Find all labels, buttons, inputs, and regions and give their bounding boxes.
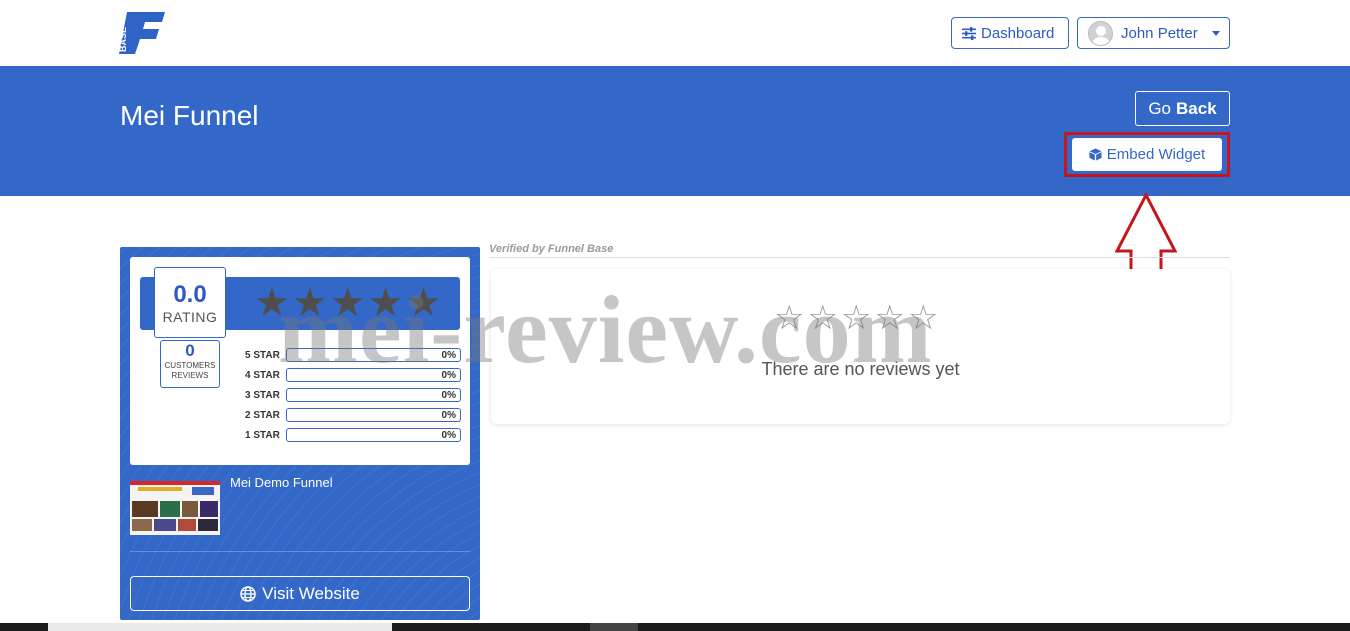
verified-prefix: Verified by	[489, 243, 545, 255]
breakdown-row: 5 STAR 0%	[245, 345, 461, 365]
breakdown-percent: 0%	[441, 430, 456, 441]
funnel-base-logo[interactable]: BASE	[119, 12, 165, 54]
globe-icon	[240, 585, 256, 602]
star-icon: ★	[367, 281, 404, 325]
dashboard-label: Dashboard	[981, 24, 1055, 42]
user-menu-dropdown[interactable]: John Petter	[1077, 17, 1230, 49]
breakdown-row: 1 STAR 0%	[245, 425, 461, 445]
star-outline-icon: ☆	[774, 299, 805, 337]
rating-summary-card: 0.0 RATING ★ ★ ★ ★ ★ 0 CUSTOMERS REVIEWS…	[120, 247, 480, 620]
dashboard-button[interactable]: Dashboard	[951, 17, 1069, 49]
average-rating-label: RATING	[162, 308, 218, 325]
embed-widget-button[interactable]: Embed Widget	[1072, 138, 1222, 171]
verified-brand: Funnel Base	[547, 243, 614, 255]
cube-icon	[1089, 148, 1102, 161]
user-name: John Petter	[1121, 24, 1198, 42]
logo-text: BASE	[119, 27, 128, 52]
funnel-thumbnail[interactable]	[130, 481, 220, 535]
chevron-down-icon	[1211, 30, 1220, 36]
go-back-prefix: Go	[1148, 98, 1172, 118]
verified-by-label: Verified by Funnel Base	[489, 243, 613, 255]
go-back-bold: Back	[1176, 98, 1217, 118]
no-reviews-message: There are no reviews yet	[761, 359, 960, 379]
star-icon: ★	[405, 281, 442, 325]
taskbar	[0, 623, 1350, 631]
page-title: Mei Funnel	[120, 100, 259, 131]
avatar	[1088, 20, 1113, 46]
customer-reviews-label-2: REVIEWS	[171, 371, 209, 380]
breakdown-percent: 0%	[441, 410, 456, 421]
average-rating-box: 0.0 RATING	[154, 267, 226, 338]
breakdown-row: 3 STAR 0%	[245, 385, 461, 405]
star-outline-icon: ☆	[807, 299, 838, 337]
taskbar-app[interactable]	[590, 623, 638, 631]
rating-panel: 0.0 RATING ★ ★ ★ ★ ★ 0 CUSTOMERS REVIEWS…	[130, 257, 470, 465]
breakdown-row: 4 STAR 0%	[245, 365, 461, 385]
breakdown-bar: 0%	[286, 428, 461, 442]
star-icon: ★	[291, 281, 328, 325]
empty-rating-stars: ☆ ☆ ☆ ☆ ☆	[774, 301, 938, 335]
go-back-button[interactable]: Go Back	[1135, 91, 1230, 126]
embed-widget-label: Embed Widget	[1106, 146, 1206, 163]
breakdown-percent: 0%	[441, 370, 456, 381]
star-outline-icon: ☆	[840, 299, 872, 337]
breakdown-bar: 0%	[286, 408, 461, 422]
star-icon: ★	[254, 281, 290, 325]
sliders-icon	[962, 26, 976, 40]
breakdown-label: 2 STAR	[245, 409, 280, 421]
breakdown-label: 1 STAR	[245, 429, 280, 441]
visit-website-button[interactable]: Visit Website	[130, 576, 470, 611]
reviews-list: ☆ ☆ ☆ ☆ ☆ There are no reviews yet	[491, 269, 1230, 424]
visit-website-label: Visit Website	[262, 583, 360, 603]
star-outline-icon: ☆	[907, 299, 939, 337]
breakdown-label: 3 STAR	[245, 389, 280, 401]
divider	[489, 257, 1230, 258]
star-breakdown: 5 STAR 0% 4 STAR 0% 3 STAR 0% 2 STAR 0% …	[245, 345, 461, 445]
customer-reviews-box: 0 CUSTOMERS REVIEWS	[160, 340, 220, 388]
funnel-name: Mei Demo Funnel	[230, 475, 333, 490]
average-rating-value: 0.0	[173, 280, 207, 308]
rating-stars: ★ ★ ★ ★ ★	[254, 283, 441, 323]
divider	[130, 551, 470, 552]
top-navbar: BASE Dashboard John Petter	[0, 0, 1350, 66]
breakdown-percent: 0%	[441, 390, 456, 401]
page-header: Mei Funnel Go Back Embed Widget	[0, 66, 1350, 196]
breakdown-bar: 0%	[286, 368, 461, 382]
page: BASE Dashboard John Petter Mei Funnel Go…	[0, 0, 1350, 631]
breakdown-percent: 0%	[441, 350, 456, 361]
breakdown-bar: 0%	[286, 388, 461, 402]
customer-reviews-count: 0	[185, 341, 195, 360]
breakdown-label: 4 STAR	[245, 369, 280, 381]
star-icon: ★	[329, 281, 366, 325]
breakdown-label: 5 STAR	[245, 349, 280, 361]
taskbar-search[interactable]	[48, 623, 392, 631]
customer-reviews-label-1: CUSTOMERS	[164, 361, 216, 370]
breakdown-row: 2 STAR 0%	[245, 405, 461, 425]
breakdown-bar: 0%	[286, 348, 461, 362]
star-outline-icon: ☆	[874, 299, 905, 337]
